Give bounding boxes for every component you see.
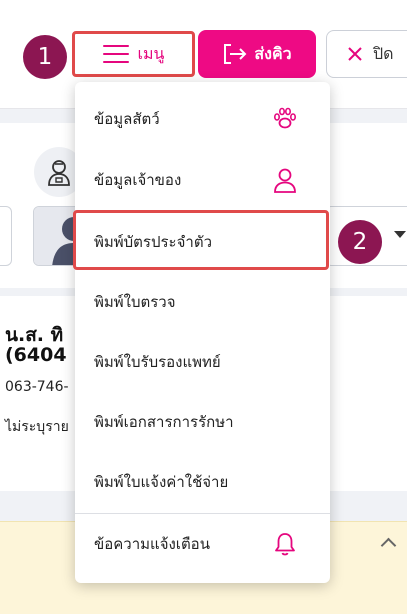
- chevron-down-icon[interactable]: [394, 231, 406, 238]
- menu-item-label: ข้อความแจ้งเตือน: [94, 535, 210, 553]
- left-field[interactable]: [0, 206, 12, 266]
- menu-item-label: พิมพ์ใบรับรองแพทย์: [94, 353, 221, 371]
- owner-phone: 063-746-: [5, 379, 69, 395]
- menu-button-label: เมนู: [137, 43, 165, 63]
- bell-icon: [275, 533, 295, 556]
- close-button[interactable]: ปิด: [326, 30, 407, 78]
- send-queue-button[interactable]: ส่งคิว: [198, 30, 316, 78]
- menu-item-label: ข้อมูลสัตว์: [94, 110, 160, 128]
- send-queue-label: ส่งคิว: [254, 43, 292, 63]
- step-number: 1: [37, 44, 53, 70]
- menu-button[interactable]: เมนู: [72, 31, 195, 77]
- owner-code: (6404: [5, 344, 67, 366]
- menu-item-print-invoice[interactable]: พิมพ์ใบแจ้งค่าใช้จ่าย: [75, 452, 330, 512]
- menu-item-print-exam[interactable]: พิมพ์ใบตรวจ: [75, 272, 330, 332]
- exit-arrow-icon: [224, 44, 247, 64]
- menu-item-print-certificate[interactable]: พิมพ์ใบรับรองแพทย์: [75, 332, 330, 392]
- step-badge-2: 2: [338, 220, 382, 264]
- menu-item-label: ข้อมูลเจ้าของ: [94, 171, 182, 189]
- user-icon: [274, 168, 296, 193]
- menu-item-label: พิมพ์ใบตรวจ: [94, 293, 176, 311]
- step-number: 2: [352, 229, 368, 255]
- step-badge-1: 1: [23, 35, 67, 79]
- menu-item-notifications[interactable]: ข้อความแจ้งเตือน: [75, 514, 330, 574]
- highlight-box: [73, 210, 329, 270]
- close-icon: [348, 47, 362, 61]
- menu-item-pet-info[interactable]: ข้อมูลสัตว์: [75, 89, 330, 149]
- dropdown-menu: ข้อมูลสัตว์ ข้อมูลเจ้าของ พิมพ์บัตรประจำ…: [75, 82, 330, 583]
- menu-item-label: พิมพ์เอกสารการรักษา: [94, 413, 234, 431]
- hamburger-icon: [102, 45, 129, 63]
- paw-icon: [273, 107, 296, 129]
- close-label: ปิด: [373, 43, 394, 63]
- owner-address: ไม่ระบุราย: [5, 419, 69, 435]
- menu-item-owner-info[interactable]: ข้อมูลเจ้าของ: [75, 150, 330, 210]
- menu-item-print-treatment[interactable]: พิมพ์เอกสารการรักษา: [75, 392, 330, 452]
- menu-item-label: พิมพ์ใบแจ้งค่าใช้จ่าย: [94, 473, 229, 491]
